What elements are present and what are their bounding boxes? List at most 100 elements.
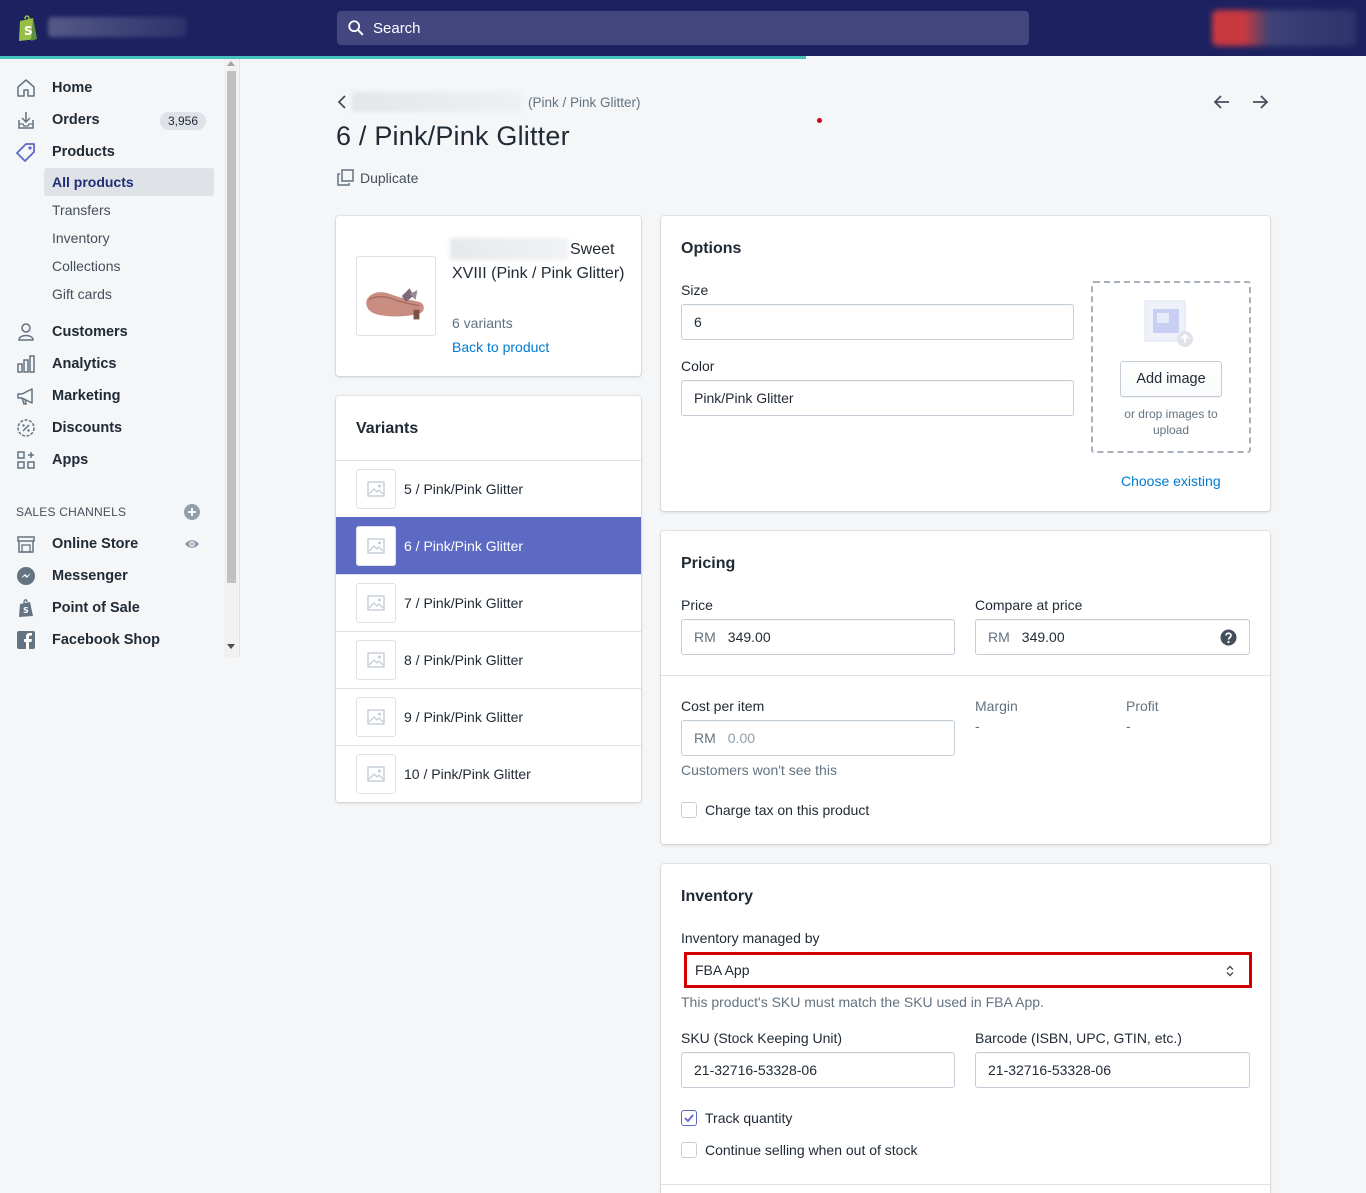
shopify-logo-icon[interactable]: S (16, 14, 40, 42)
channel-point-of-sale[interactable]: S Point of Sale (16, 596, 140, 620)
subnav-all-products[interactable]: All products (44, 168, 214, 196)
size-input[interactable]: 6 (681, 304, 1074, 340)
choose-existing-link[interactable]: Choose existing (1121, 473, 1221, 489)
variant-label: 8 / Pink/Pink Glitter (404, 652, 524, 668)
chevron-left-icon[interactable] (336, 94, 348, 110)
variant-row[interactable]: 8 / Pink/Pink Glitter (336, 631, 641, 688)
nav-customers-label: Customers (52, 324, 128, 340)
channel-point-of-sale-label: Point of Sale (52, 600, 140, 616)
search-bar[interactable]: Search (337, 11, 1029, 45)
profit-label: Profit (1126, 698, 1159, 714)
inventory-divider (661, 1184, 1270, 1185)
channel-facebook-shop-label: Facebook Shop (52, 632, 160, 648)
sidebar-scrollbar[interactable] (224, 59, 238, 657)
price-label: Price (681, 597, 713, 613)
breadcrumb-variant-suffix: (Pink / Pink Glitter) (528, 95, 641, 110)
compare-at-price-input[interactable]: RM 349.00 (975, 619, 1250, 655)
question-circle-icon[interactable] (1220, 629, 1237, 646)
nav-orders-label: Orders (52, 112, 100, 128)
variant-row[interactable]: 10 / Pink/Pink Glitter (336, 745, 641, 802)
tag-icon (16, 143, 35, 162)
track-quantity-checkbox[interactable] (681, 1110, 697, 1126)
search-placeholder: Search (373, 19, 421, 37)
color-input[interactable]: Pink/Pink Glitter (681, 380, 1074, 416)
barcode-value: 21-32716-53328-06 (988, 1062, 1111, 1078)
image-placeholder-icon (367, 538, 385, 554)
add-image-button[interactable]: Add image (1120, 361, 1222, 397)
duplicate-button[interactable]: Duplicate (337, 169, 418, 186)
cost-per-item-input[interactable]: RM 0.00 (681, 720, 955, 756)
product-thumbnail[interactable] (356, 256, 436, 336)
checkmark-icon (684, 1114, 694, 1123)
subnav-transfers[interactable]: Transfers (52, 202, 111, 218)
inventory-managed-by-select[interactable]: FBA App (684, 952, 1252, 988)
product-summary-card: Sweet XVIII (Pink / Pink Glitter) 6 vari… (336, 216, 641, 376)
price-value: 349.00 (727, 629, 771, 645)
back-to-product-link[interactable]: Back to product (452, 339, 549, 355)
arrow-left-icon[interactable] (1212, 92, 1232, 112)
charge-tax-checkbox[interactable] (681, 802, 697, 818)
variant-thumbnail (356, 697, 396, 737)
nav-analytics[interactable]: Analytics (16, 352, 116, 376)
apps-icon (17, 451, 35, 469)
nav-discounts[interactable]: Discounts (16, 416, 122, 440)
barcode-input[interactable]: 21-32716-53328-06 (975, 1052, 1250, 1088)
nav-marketing[interactable]: Marketing (16, 384, 121, 408)
store-icon (17, 536, 35, 553)
variant-thumbnail (356, 583, 396, 623)
nav-orders[interactable]: Orders (16, 108, 100, 132)
compare-at-price-label: Compare at price (975, 597, 1083, 613)
duplicate-label: Duplicate (360, 169, 419, 186)
user-menu-blurred[interactable] (1212, 10, 1356, 46)
compare-currency: RM (988, 629, 1010, 645)
continue-selling-checkbox[interactable] (681, 1142, 697, 1158)
shopify-bag-icon: S (19, 599, 33, 617)
channel-online-store[interactable]: Online Store (16, 532, 138, 556)
arrow-right-icon[interactable] (1250, 92, 1270, 112)
orders-icon (18, 112, 34, 129)
scroll-down-arrow-icon[interactable] (227, 644, 235, 649)
channel-messenger[interactable]: Messenger (16, 564, 128, 588)
margin-value: - (975, 718, 980, 734)
variant-thumbnail (356, 640, 396, 680)
nav-apps[interactable]: Apps (16, 448, 88, 472)
variant-thumbnail (356, 526, 396, 566)
add-circle-icon[interactable] (184, 504, 200, 520)
scrollbar-thumb[interactable] (227, 71, 236, 583)
nav-apps-label: Apps (52, 452, 89, 468)
svg-text:S: S (23, 606, 29, 615)
color-value: Pink/Pink Glitter (694, 390, 794, 406)
variant-label: 6 / Pink/Pink Glitter (404, 538, 524, 554)
breadcrumb-product-blurred[interactable] (352, 92, 522, 112)
scroll-up-arrow-icon[interactable] (227, 61, 235, 66)
svg-text:S: S (24, 24, 33, 38)
cost-per-item-label: Cost per item (681, 698, 765, 714)
charge-tax-label[interactable]: Charge tax on this product (705, 802, 869, 818)
nav-products[interactable]: Products (16, 140, 115, 164)
variant-row[interactable]: 7 / Pink/Pink Glitter (336, 574, 641, 631)
pricing-card: Pricing Price RM 349.00 Compare at price… (661, 531, 1270, 844)
variant-row[interactable]: 9 / Pink/Pink Glitter (336, 688, 641, 745)
eye-icon[interactable] (184, 536, 200, 552)
variant-row[interactable]: 5 / Pink/Pink Glitter (336, 460, 641, 517)
nav-products-label: Products (52, 144, 115, 160)
continue-selling-label[interactable]: Continue selling when out of stock (705, 1142, 917, 1158)
channel-facebook-shop[interactable]: Facebook Shop (16, 628, 160, 652)
sku-input[interactable]: 21-32716-53328-06 (681, 1052, 955, 1088)
variant-row[interactable]: 6 / Pink/Pink Glitter (336, 517, 641, 574)
subnav-gift-cards[interactable]: Gift cards (52, 286, 112, 302)
inventory-managed-by-help: This product's SKU must match the SKU us… (681, 994, 1044, 1010)
subnav-collections[interactable]: Collections (52, 258, 120, 274)
subnav-inventory[interactable]: Inventory (52, 230, 110, 246)
store-name-blurred[interactable] (48, 17, 186, 37)
price-input[interactable]: RM 349.00 (681, 619, 955, 655)
image-dropzone[interactable]: Add image or drop images to upload (1091, 281, 1251, 453)
image-placeholder-icon (367, 709, 385, 725)
track-quantity-label[interactable]: Track quantity (705, 1110, 792, 1126)
top-bar: S Search (0, 0, 1366, 56)
compare-value: 349.00 (1021, 629, 1065, 645)
variant-label: 7 / Pink/Pink Glitter (404, 595, 524, 611)
nav-customers[interactable]: Customers (16, 320, 128, 344)
cost-currency: RM (694, 730, 716, 746)
nav-home[interactable]: Home (16, 76, 92, 100)
